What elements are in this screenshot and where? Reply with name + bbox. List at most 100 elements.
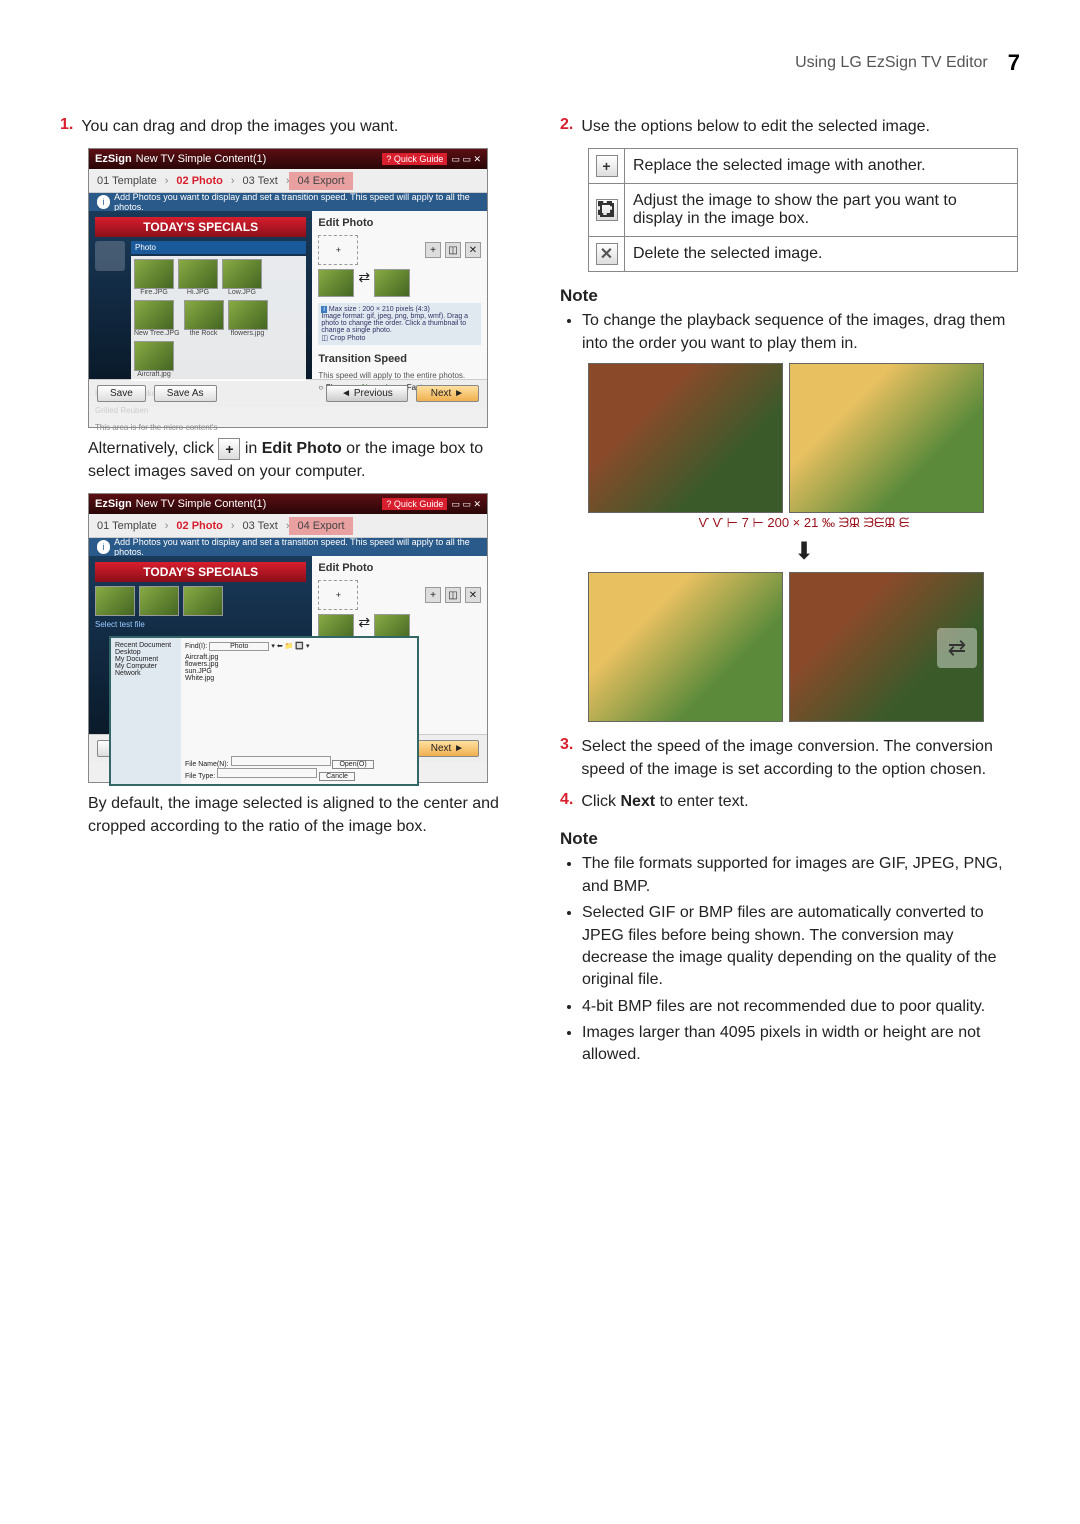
food-image-pasta	[789, 363, 984, 513]
step4-num: 4.	[560, 791, 573, 809]
option-text: Adjust the image to show the part you wa…	[625, 184, 1018, 237]
edit-options-table: + Replace the selected image with anothe…	[588, 148, 1018, 272]
sidebar-item[interactable]: Network	[115, 670, 177, 677]
ezsign-logo: EzSign	[95, 153, 132, 165]
alternative-text: Alternatively, click + in Edit Photo or …	[88, 438, 520, 483]
crop-photo-link[interactable]: Crop Photo	[330, 335, 365, 342]
step2-num: 2.	[560, 116, 573, 134]
food-caption: Ѵ Ѵ ⊢ 7 ⊢ 200 × 21 ‰ ᙐᙜ ᙐᙓᙜ ᙓ	[588, 515, 1020, 531]
transition-text: This speed will apply to the entire phot…	[318, 371, 481, 380]
instruction-text: Add Photos you want to display and set a…	[114, 537, 479, 557]
tab-template[interactable]: 01 Template	[89, 517, 165, 535]
step3-text: Select the speed of the image conversion…	[581, 736, 1020, 781]
filename-input[interactable]	[231, 756, 331, 766]
note-heading: Note	[560, 286, 1020, 306]
previous-button[interactable]: ◄ Previous	[326, 385, 408, 402]
filetype-label: File Type:	[185, 773, 215, 780]
screenshot-drag-drop: EzSign New TV Simple Content(1) ? Quick …	[88, 148, 488, 428]
note-item: To change the playback sequence of the i…	[582, 310, 1020, 355]
tab-export[interactable]: 04 Export	[289, 517, 352, 535]
step1-num: 1.	[60, 116, 73, 134]
save-button[interactable]: Save	[97, 385, 146, 402]
thumb-label: Aircraft.jpg	[134, 371, 174, 378]
next-button[interactable]: Next ►	[416, 385, 479, 402]
thumb-label: Low.JPG	[222, 289, 262, 296]
specials-banner: TODAY'S SPECIALS	[95, 217, 306, 237]
window-title: New TV Simple Content(1)	[136, 498, 267, 510]
folder-dropdown[interactable]: Photo	[209, 642, 269, 651]
page-number: 7	[1008, 50, 1020, 76]
arrow-down-icon: ⬇	[588, 537, 1020, 566]
header-section: Using LG EzSign TV Editor	[795, 54, 988, 72]
food-image-steak: ⇄	[789, 572, 984, 722]
note-item: The file formats supported for images ar…	[582, 853, 1020, 898]
table-row: ✕ Delete the selected image.	[589, 237, 1018, 272]
table-row: + Replace the selected image with anothe…	[589, 149, 1018, 184]
note-heading: Note	[560, 829, 1020, 849]
filename-label: File Name(N):	[185, 761, 229, 768]
sidebar-item[interactable]: My Computer	[115, 663, 177, 670]
transition-title: Transition Speed	[318, 353, 481, 365]
quick-guide-button[interactable]: ? Quick Guide	[382, 498, 447, 510]
ezsign-logo: EzSign	[95, 498, 132, 510]
next-button[interactable]: Next ►	[416, 740, 479, 757]
step1-text: You can drag and drop the images you wan…	[81, 116, 398, 138]
option-text: Replace the selected image with another.	[625, 149, 1018, 184]
quick-guide-button[interactable]: ? Quick Guide	[382, 153, 447, 165]
sidebar-item[interactable]: Desktop	[115, 649, 177, 656]
instruction-text: Add Photos you want to display and set a…	[114, 192, 479, 212]
right-column: 2. Use the options below to edit the sel…	[560, 116, 1020, 1071]
thumb-label: the Rock	[184, 330, 224, 337]
step2-text: Use the options below to edit the select…	[581, 116, 930, 138]
sidebar-item[interactable]: My Document	[115, 656, 177, 663]
dialog-title: Select test file	[95, 620, 306, 629]
edit-photo-title: Edit Photo	[318, 562, 481, 574]
tab-photo[interactable]: 02 Photo	[168, 517, 230, 535]
plus-icon: +	[596, 155, 618, 177]
find-label: Find(I):	[185, 643, 207, 650]
plus-icon: +	[218, 438, 240, 460]
tab-template[interactable]: 01 Template	[89, 172, 165, 190]
tab-text[interactable]: 03 Text	[235, 517, 286, 535]
tab-photo[interactable]: 02 Photo	[168, 172, 230, 190]
menu-item-2: Grilled Reuben	[95, 406, 306, 415]
menu-hint: This area is for the micro-content's	[95, 423, 306, 432]
swap-icon: ⇄	[937, 628, 977, 668]
thumb-label: flowers.jpg	[228, 330, 268, 337]
note-item: Selected GIF or BMP files are automatica…	[582, 902, 1020, 992]
file-item[interactable]: Aircraft.jpg	[185, 654, 413, 661]
specials-banner: TODAY'S SPECIALS	[95, 562, 306, 582]
food-image-steak	[588, 363, 783, 513]
window-title: New TV Simple Content(1)	[136, 153, 267, 165]
note-item: Images larger than 4095 pixels in width …	[582, 1022, 1020, 1067]
delete-icon: ✕	[596, 243, 618, 265]
cancel-button[interactable]: Cancle	[319, 772, 355, 781]
filetype-dropdown[interactable]	[217, 768, 317, 778]
step3-num: 3.	[560, 736, 573, 754]
reorder-illustration: Ѵ Ѵ ⊢ 7 ⊢ 200 × 21 ‰ ᙐᙜ ᙐᙓᙜ ᙓ ⬇ ⇄	[588, 363, 1020, 722]
tab-text[interactable]: 03 Text	[235, 172, 286, 190]
file-item[interactable]: sun.JPG	[185, 668, 413, 675]
hint-size: Max size : 200 × 210 pixels (4:3)	[329, 306, 430, 313]
note-list: To change the playback sequence of the i…	[582, 310, 1020, 355]
file-item[interactable]: White.jpg	[185, 675, 413, 682]
note-item: 4-bit BMP files are not recommended due …	[582, 996, 1020, 1018]
crop-icon	[596, 199, 618, 221]
save-as-button[interactable]: Save As	[154, 385, 217, 402]
thumb-label: Fire.JPG	[134, 289, 174, 296]
screenshot-file-dialog: EzSign New TV Simple Content(1) ? Quick …	[88, 493, 488, 783]
table-row: Adjust the image to show the part you wa…	[589, 184, 1018, 237]
step4-text: Click Next to enter text.	[581, 791, 748, 813]
photo-window-title: Photo	[135, 243, 156, 252]
food-image-pasta	[588, 572, 783, 722]
hint-format: Image format: gif, jpeg, png, bmp, wmf).…	[321, 313, 468, 334]
default-behavior-text: By default, the image selected is aligne…	[88, 793, 520, 838]
sidebar-item[interactable]: Recent Document	[115, 642, 177, 649]
option-text: Delete the selected image.	[625, 237, 1018, 272]
edit-photo-title: Edit Photo	[318, 217, 481, 229]
note-list: The file formats supported for images ar…	[582, 853, 1020, 1067]
left-column: 1. You can drag and drop the images you …	[60, 116, 520, 1071]
tab-export[interactable]: 04 Export	[289, 172, 352, 190]
file-item[interactable]: flowers.jpg	[185, 661, 413, 668]
thumb-label: Hi.JPG	[178, 289, 218, 296]
